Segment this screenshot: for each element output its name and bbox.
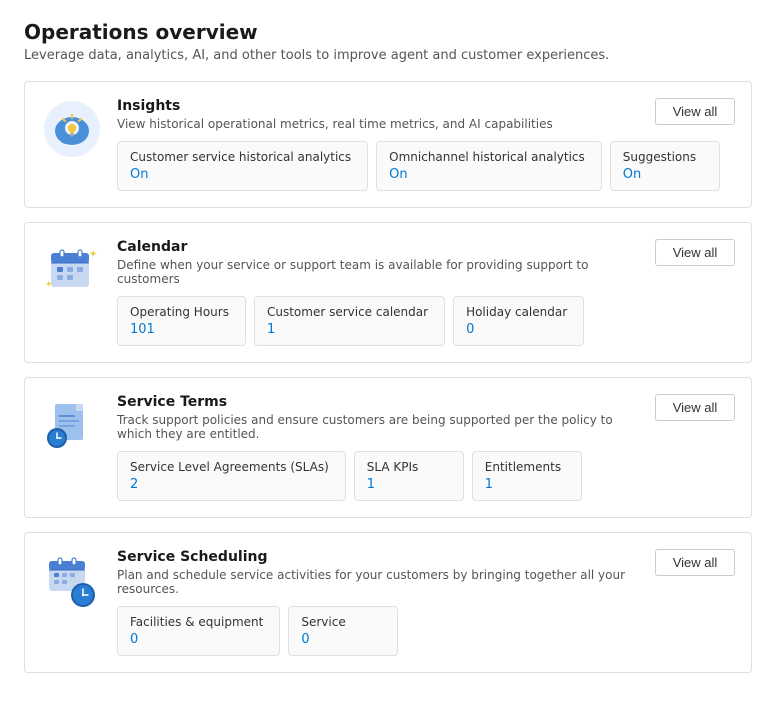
section-insights-header: Insights View historical operational met… [117,98,735,131]
card-value: 101 [130,322,229,337]
card-value: 0 [466,322,567,337]
card-operating-hours[interactable]: Operating Hours 101 [117,296,246,346]
card-value: On [389,167,585,182]
section-service-terms-title: Service Terms [117,394,637,410]
card-value: On [623,167,703,182]
section-insights-desc: View historical operational metrics, rea… [117,117,553,131]
section-service-scheduling-title: Service Scheduling [117,549,637,565]
section-service-scheduling: Service Scheduling Plan and schedule ser… [24,532,752,673]
card-label: Operating Hours [130,305,229,319]
card-holiday-calendar[interactable]: Holiday calendar 0 [453,296,584,346]
section-calendar-cards: Operating Hours 101 Customer service cal… [117,296,735,346]
card-customer-service-analytics[interactable]: Customer service historical analytics On [117,141,368,191]
card-label: Omnichannel historical analytics [389,150,585,164]
card-customer-service-calendar[interactable]: Customer service calendar 1 [254,296,445,346]
card-label: Service [301,615,381,629]
section-service-scheduling-header: Service Scheduling Plan and schedule ser… [117,549,735,596]
section-service-terms: Service Terms Track support policies and… [24,377,752,518]
card-sla-kpis[interactable]: SLA KPIs 1 [354,451,464,501]
service-terms-icon [41,394,103,456]
section-calendar-body: Calendar Define when your service or sup… [117,239,735,346]
page-title: Operations overview [24,20,752,44]
card-value: 2 [130,477,329,492]
view-all-service-terms-button[interactable]: View all [655,394,735,421]
card-label: Entitlements [485,460,565,474]
card-label: Service Level Agreements (SLAs) [130,460,329,474]
card-suggestions[interactable]: Suggestions On [610,141,720,191]
section-service-terms-header: Service Terms Track support policies and… [117,394,735,441]
view-all-insights-button[interactable]: View all [655,98,735,125]
section-service-terms-body: Service Terms Track support policies and… [117,394,735,501]
section-insights-body: Insights View historical operational met… [117,98,735,191]
view-all-calendar-button[interactable]: View all [655,239,735,266]
card-value: 1 [485,477,565,492]
card-label: Customer service calendar [267,305,428,319]
scheduling-icon [41,549,103,611]
section-service-scheduling-body: Service Scheduling Plan and schedule ser… [117,549,735,656]
card-label: Customer service historical analytics [130,150,351,164]
svg-text:✦: ✦ [89,249,97,260]
card-label: Facilities & equipment [130,615,263,629]
section-scheduling-cards: Facilities & equipment 0 Service 0 [117,606,735,656]
page-container: Operations overview Leverage data, analy… [0,0,776,711]
insights-icon [41,98,103,160]
section-insights-title: Insights [117,98,553,114]
card-label: Holiday calendar [466,305,567,319]
page-subtitle: Leverage data, analytics, AI, and other … [24,48,752,63]
section-calendar-desc: Define when your service or support team… [117,258,637,286]
card-label: Suggestions [623,150,703,164]
card-value: 1 [267,322,428,337]
card-value: On [130,167,351,182]
card-value: 0 [301,632,381,647]
svg-text:✦: ✦ [45,280,53,290]
section-service-scheduling-desc: Plan and schedule service activities for… [117,568,637,596]
card-service[interactable]: Service 0 [288,606,398,656]
card-omnichannel-analytics[interactable]: Omnichannel historical analytics On [376,141,602,191]
section-calendar-header: Calendar Define when your service or sup… [117,239,735,286]
card-entitlements[interactable]: Entitlements 1 [472,451,582,501]
calendar-icon: ✦ ✦ [41,239,103,301]
card-sla[interactable]: Service Level Agreements (SLAs) 2 [117,451,346,501]
view-all-scheduling-button[interactable]: View all [655,549,735,576]
section-insights: Insights View historical operational met… [24,81,752,208]
section-calendar: ✦ ✦ Calendar Define when your service or… [24,222,752,363]
section-calendar-title: Calendar [117,239,637,255]
card-label: SLA KPIs [367,460,447,474]
section-service-terms-desc: Track support policies and ensure custom… [117,413,637,441]
card-facilities-equipment[interactable]: Facilities & equipment 0 [117,606,280,656]
section-service-terms-cards: Service Level Agreements (SLAs) 2 SLA KP… [117,451,735,501]
section-insights-cards: Customer service historical analytics On… [117,141,735,191]
card-value: 1 [367,477,447,492]
card-value: 0 [130,632,263,647]
